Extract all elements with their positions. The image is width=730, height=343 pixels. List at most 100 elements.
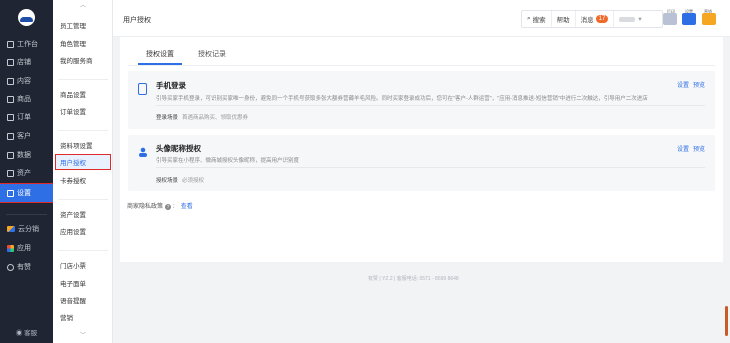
subnav-item-coupon-authorization[interactable]: 卡券授权: [56, 173, 110, 187]
primary-sidebar: 工作台 店铺 内容 商品 订单 客户 数据 资产 设置 云分销 应用 有赞 ◉ …: [0, 0, 54, 343]
subnav-item-goods-settings[interactable]: 商品设置: [56, 87, 110, 101]
sidebar-item-settings[interactable]: 设置: [0, 183, 54, 203]
card-meta-label: 登录场景: [156, 115, 179, 121]
sidebar-item-label: 云分销: [18, 226, 39, 233]
tab-divider: [128, 65, 715, 66]
help-button[interactable]: 帮助: [552, 11, 576, 27]
subnav-item-staff[interactable]: 员工管理: [56, 18, 110, 32]
goods-icon: [7, 95, 14, 103]
settings-link[interactable]: 设置: [677, 83, 689, 89]
card-meta: 授权场景 必须授权: [156, 176, 204, 184]
help-label: 帮助: [556, 17, 570, 24]
search-label: 搜索: [532, 17, 546, 24]
card-meta: 登录场景 首遇商品购买、领取优惠券: [156, 113, 248, 121]
tab-authorization-settings[interactable]: 授权设置: [146, 49, 174, 59]
monitor-icon: [7, 40, 14, 48]
avatar-icon: [138, 147, 148, 157]
tab-authorization-records[interactable]: 授权记录: [198, 49, 226, 59]
page-footer: 有赞 | YZ.2 | 客服电话: 0571 - 8699 8648: [368, 276, 459, 282]
main-panel: 授权设置 授权记录 手机登录 设置 预览 引导买家手机登录，可识别买家唯一身份，避…: [120, 37, 723, 262]
card-title: 手机登录: [156, 81, 186, 90]
customer-icon: [7, 132, 14, 140]
chart-icon: [7, 151, 14, 159]
subnav-item-marketing[interactable]: 营销: [56, 310, 110, 324]
card-divider: [156, 167, 705, 168]
card-title: 头像昵称授权: [156, 144, 201, 153]
subnav-item-service-provider[interactable]: 我的服务商: [56, 53, 110, 67]
subnav-item-app-settings[interactable]: 应用设置: [56, 224, 110, 238]
sidebar-item-youzan[interactable]: 有赞: [0, 258, 53, 276]
subnav-item-asset-settings[interactable]: 资产设置: [56, 207, 110, 221]
account-menu[interactable]: ▾: [614, 11, 646, 27]
sidebar-item-label: 订单: [17, 114, 31, 121]
chevron-down-icon[interactable]: ﹀: [80, 333, 86, 339]
top-bar: 用户授权 ⌕ 搜索 帮助 消息 17 ▾ 打印 设置 营销: [113, 0, 730, 37]
search-icon: ⌕: [527, 15, 531, 22]
bird-logo-icon[interactable]: [18, 9, 35, 26]
subnav-item-profile-settings[interactable]: 资料项设置: [56, 138, 110, 152]
card-meta-label: 授权场景: [156, 178, 179, 184]
like-icon: [7, 263, 14, 271]
subnav-item-roles[interactable]: 角色管理: [56, 36, 110, 50]
subnav-divider: [58, 130, 108, 131]
printer-icon[interactable]: [663, 13, 677, 25]
privacy-policy-view-link[interactable]: 查看: [181, 204, 193, 210]
subnav-item-e-waybill[interactable]: 电子面单: [56, 276, 110, 290]
sidebar-item-apps[interactable]: 应用: [0, 239, 53, 257]
sidebar-item-data[interactable]: 数据: [0, 146, 53, 164]
sidebar-item-label: 店铺: [17, 59, 31, 66]
question-icon[interactable]: ?: [165, 204, 172, 210]
card-links: 设置 预览: [673, 80, 705, 89]
auth-card-avatar-nickname: 头像昵称授权 设置 预览 引导买家在小程序、微商城授权头像昵称，提高用户识别度 授…: [128, 135, 715, 191]
subnav-item-order-settings[interactable]: 订单设置: [56, 104, 110, 118]
sidebar-item-goods[interactable]: 商品: [0, 90, 53, 108]
tool-marketing-icon[interactable]: [702, 13, 716, 25]
top-toolbar: ⌕ 搜索 帮助 消息 17 ▾: [521, 10, 663, 28]
cloud-icon: [7, 226, 15, 232]
content-icon: [7, 77, 14, 85]
sidebar-item-content[interactable]: 内容: [0, 72, 53, 90]
card-links: 设置 预览: [673, 144, 705, 153]
messages-label: 消息: [580, 17, 594, 24]
sidebar-item-label: 应用: [17, 245, 31, 252]
sidebar-item-label: 客户: [17, 133, 31, 140]
card-divider: [156, 105, 705, 106]
subnav-item-user-authorization[interactable]: 用户授权: [55, 154, 111, 170]
asset-icon: [7, 169, 14, 177]
sidebar-item-label: 内容: [17, 78, 31, 85]
subnav-item-voice-reminder[interactable]: 语音提醒: [56, 293, 110, 307]
card-meta-value: 首遇商品购买、领取优惠券: [182, 115, 249, 121]
customer-service-button[interactable]: ◉ 客服: [0, 327, 53, 337]
card-description: 引导买家手机登录，可识别买家唯一身份，避免同一个手机号获取多张大额券营薅羊毛风险…: [156, 96, 648, 102]
account-name-placeholder: [619, 16, 636, 22]
sidebar-item-cloud-distribution[interactable]: 云分销: [0, 220, 53, 238]
sidebar-item-label: 数据: [17, 152, 31, 159]
subnav-item-store-receipt[interactable]: 门店小票: [56, 258, 110, 272]
sidebar-item-customer[interactable]: 客户: [0, 127, 53, 145]
card-meta-value: 必须授权: [182, 178, 205, 184]
apps-icon: [7, 244, 14, 252]
floating-widget-icon[interactable]: [725, 306, 728, 336]
messages-button[interactable]: 消息 17: [576, 11, 615, 27]
auth-card-phone-login: 手机登录 设置 预览 引导买家手机登录，可识别买家唯一身份，避免同一个手机号获取多…: [128, 71, 715, 129]
preview-link[interactable]: 预览: [693, 83, 705, 89]
sidebar-item-order[interactable]: 订单: [0, 108, 53, 126]
subnav-divider: [58, 79, 108, 80]
preview-link[interactable]: 预览: [693, 147, 705, 153]
sidebar-item-label: 设置: [17, 190, 31, 197]
chevron-up-icon[interactable]: ︿: [80, 3, 86, 9]
sidebar-item-workbench[interactable]: 工作台: [0, 35, 53, 53]
search-button[interactable]: ⌕ 搜索: [522, 11, 552, 27]
sidebar-divider: [6, 214, 47, 215]
sidebar-item-label: 资产: [17, 170, 31, 177]
card-description: 引导买家在小程序、微商城授权头像昵称，提高用户识别度: [156, 158, 300, 164]
privacy-policy-row: 商家隐私政策?: 查看: [127, 204, 193, 210]
settings-link[interactable]: 设置: [677, 147, 689, 153]
tool-settings-icon[interactable]: [682, 13, 696, 25]
sidebar-item-store[interactable]: 店铺: [0, 53, 53, 71]
order-icon: [7, 113, 14, 121]
sidebar-item-asset[interactable]: 资产: [0, 164, 53, 182]
service-label: 客服: [24, 330, 38, 337]
sidebar-item-label: 有赞: [17, 264, 31, 271]
privacy-policy-label: 商家隐私政策: [127, 204, 164, 210]
